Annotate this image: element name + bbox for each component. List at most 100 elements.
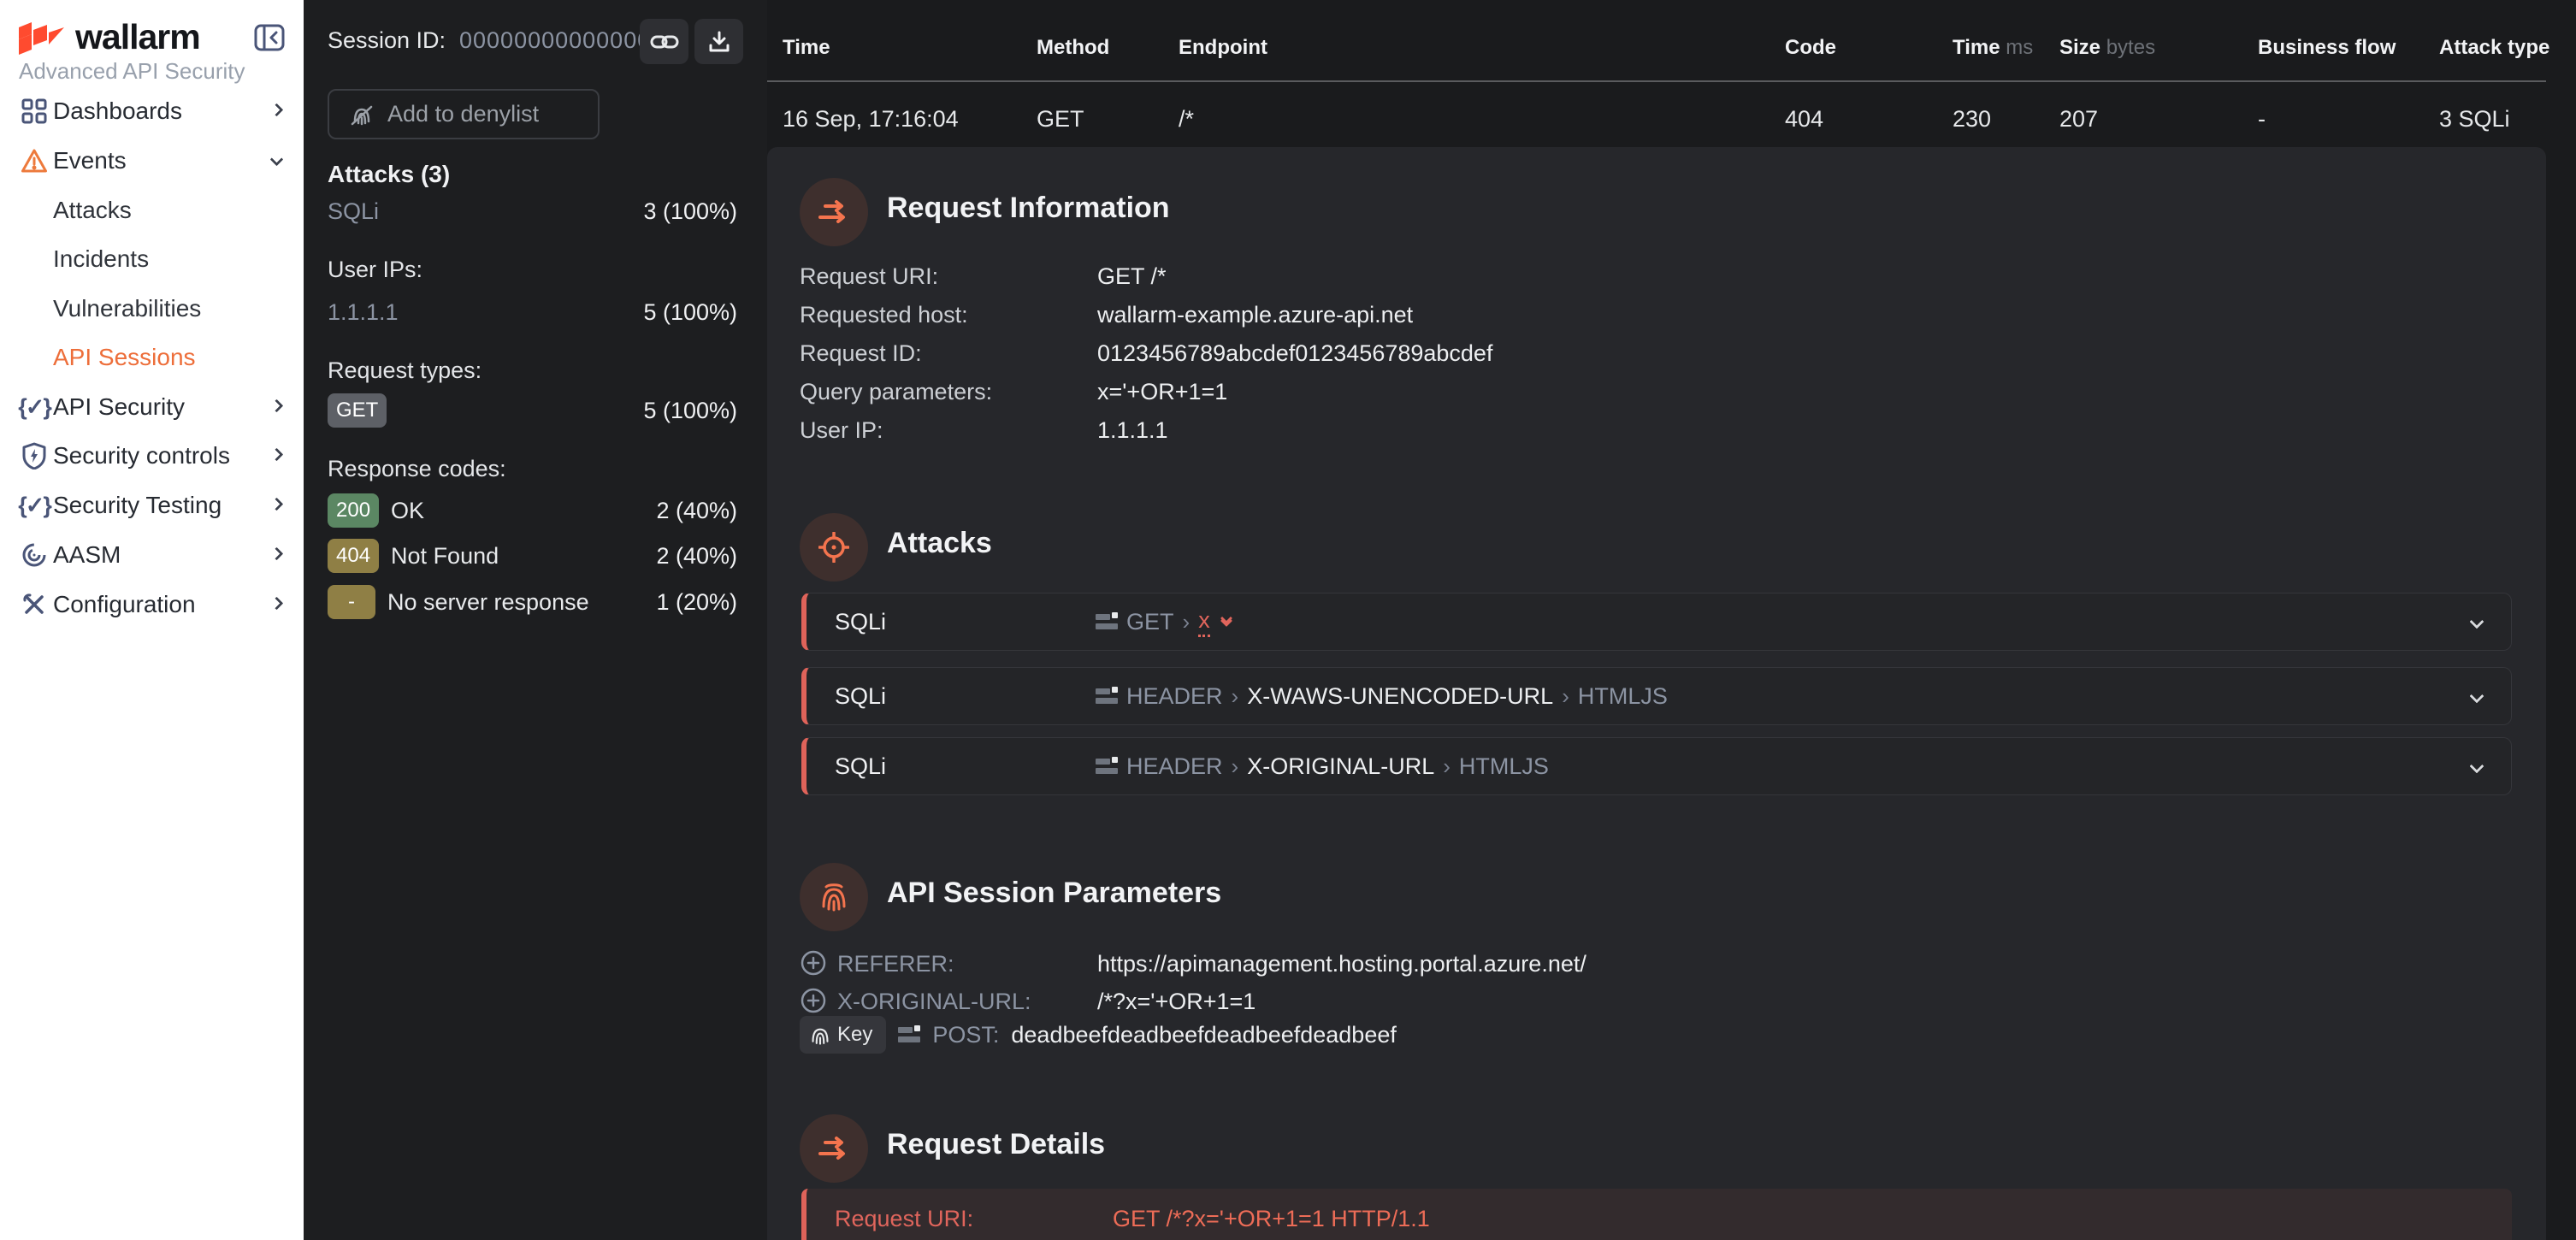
- sidebar-item-vulnerabilities[interactable]: Vulnerabilities: [0, 289, 304, 328]
- field-value: GET /*: [1097, 263, 1167, 290]
- sidebar-item-incidents[interactable]: Incidents: [0, 239, 304, 279]
- response-code-row: - No server response 1 (20%): [328, 585, 737, 619]
- attack-type-link[interactable]: SQLi: [328, 198, 379, 225]
- plus-circle-icon[interactable]: [800, 949, 827, 977]
- attack-param-malicious[interactable]: x: [1198, 607, 1210, 637]
- response-code-row: 200 OK 2 (40%): [328, 493, 737, 528]
- sidebar-item-label: Attacks: [53, 197, 132, 224]
- request-information-title: Request Information: [887, 192, 1170, 225]
- sidebar-item-dashboards[interactable]: Dashboards: [0, 92, 304, 131]
- attack-row-3[interactable]: SQLi HEADER › X-ORIGINAL-URL › HTMLJS: [801, 737, 2512, 795]
- user-ip-link[interactable]: 1.1.1.1: [328, 299, 399, 326]
- row-cell-size[interactable]: 207: [2059, 106, 2098, 133]
- field-value: x='+OR+1=1: [1097, 379, 1227, 405]
- field-label: Request ID:: [800, 340, 922, 367]
- chevron-right-icon: [272, 547, 281, 563]
- col-header-code[interactable]: Code: [1785, 36, 1836, 60]
- chevron-right-icon: [272, 448, 281, 464]
- attack-row-type: SQLi: [835, 753, 886, 780]
- request-info-icon-circle: [800, 178, 868, 246]
- post-label: POST:: [932, 1022, 999, 1048]
- status-count: 2 (40%): [656, 543, 737, 570]
- breadcrumb-separator: ›: [1183, 609, 1191, 635]
- col-header-method[interactable]: Method: [1037, 36, 1109, 60]
- row-cell-endpoint[interactable]: /*: [1179, 106, 1194, 133]
- param-location-icon: [898, 1025, 920, 1044]
- sidebar-collapse-icon[interactable]: [254, 24, 285, 51]
- chevron-right-icon: [272, 103, 281, 119]
- row-cell-method[interactable]: GET: [1037, 106, 1084, 133]
- attack-row-type: SQLi: [835, 609, 886, 635]
- sidebar-item-label: Vulnerabilities: [53, 295, 201, 322]
- add-to-denylist-button[interactable]: Add to denylist: [328, 89, 600, 139]
- expand-chevron-icon[interactable]: [2472, 616, 2482, 631]
- field-value: wallarm-example.azure-api.net: [1097, 302, 1413, 328]
- attack-source: HEADER: [1126, 753, 1223, 780]
- user-ip-count: 5 (100%): [643, 299, 737, 326]
- sidebar-item-events[interactable]: Events: [0, 141, 304, 180]
- sidebar-item-security-testing[interactable]: {✓} Security Testing: [0, 486, 304, 525]
- sidebar-item-label: Security Testing: [53, 492, 222, 519]
- attack-stat-row: SQLi 3 (100%): [328, 198, 737, 225]
- request-uri-label: Request URI:: [835, 1206, 973, 1232]
- download-button[interactable]: [694, 19, 743, 64]
- row-cell-attack-type[interactable]: 3 SQLi: [2439, 106, 2510, 133]
- double-arrow-icon: [818, 1136, 849, 1161]
- status-badge-none: -: [328, 585, 375, 619]
- col-header-attack-type[interactable]: Attack type: [2439, 36, 2549, 60]
- warning-triangle-icon: [19, 145, 50, 176]
- wallarm-logo-icon: [19, 22, 67, 55]
- col-header-size[interactable]: Size bytes: [2059, 36, 2155, 60]
- field-label: User IP:: [800, 417, 883, 444]
- referer-value: https://apimanagement.hosting.portal.azu…: [1097, 951, 1586, 977]
- sidebar-item-api-sessions[interactable]: API Sessions: [0, 338, 304, 377]
- sidebar-item-label: Configuration: [53, 591, 196, 618]
- request-uri-highlight-row[interactable]: Request URI: GET /*?x='+OR+1=1 HTTP/1.1: [801, 1189, 2512, 1240]
- key-badge-label: Key: [837, 1023, 872, 1047]
- sidebar-item-security-controls[interactable]: Security controls: [0, 436, 304, 475]
- row-cell-time-ms[interactable]: 230: [1953, 106, 1991, 133]
- expand-chevron-icon[interactable]: [2472, 760, 2482, 776]
- fingerprint-deny-icon: [348, 101, 375, 128]
- request-details-title: Request Details: [887, 1128, 1105, 1161]
- crosshair-icon: [818, 532, 849, 563]
- col-header-time-ms[interactable]: Time ms: [1953, 36, 2033, 60]
- request-types-label: Request types:: [328, 357, 482, 384]
- braces-check-icon: {✓}: [19, 392, 50, 422]
- sidebar-item-api-security[interactable]: {✓} API Security: [0, 387, 304, 427]
- field-label: Query parameters:: [800, 379, 992, 405]
- braces-check-icon: {✓}: [19, 490, 50, 521]
- request-details-icon-circle: [800, 1114, 868, 1183]
- expand-chevron-icon[interactable]: [2472, 690, 2482, 706]
- row-cell-code[interactable]: 404: [1785, 106, 1823, 133]
- plus-circle-icon[interactable]: [800, 987, 827, 1014]
- chevron-right-icon: [272, 399, 281, 415]
- sidebar-item-configuration[interactable]: Configuration: [0, 585, 304, 624]
- col-header-time[interactable]: Time: [783, 36, 830, 60]
- status-name: No server response: [387, 589, 589, 616]
- attack-row-2[interactable]: SQLi HEADER › X-WAWS-UNENCODED-URL › HTM…: [801, 667, 2512, 725]
- attacks-title: Attacks: [887, 527, 992, 560]
- attack-row-1[interactable]: SQLi GET › x: [801, 593, 2512, 651]
- param-location-icon: [1096, 687, 1118, 706]
- chevron-right-icon: [272, 597, 281, 612]
- sidebar-item-attacks[interactable]: Attacks: [0, 191, 304, 230]
- sidebar-item-label: API Security: [53, 393, 185, 421]
- param-location-icon: [1096, 612, 1118, 631]
- x-original-url-value: /*?x='+OR+1=1: [1097, 989, 1256, 1015]
- response-codes-heading-row: Response codes:: [328, 456, 737, 482]
- sidebar-item-aasm[interactable]: AASM: [0, 535, 304, 575]
- chevron-down-icon: [272, 153, 281, 168]
- x-original-url-label: X-ORIGINAL-URL:: [837, 989, 1031, 1015]
- field-label: Request URI:: [800, 263, 938, 290]
- status-count: 1 (20%): [656, 589, 737, 616]
- copy-link-button[interactable]: [640, 19, 688, 64]
- attack-param: X-WAWS-UNENCODED-URL: [1247, 683, 1553, 710]
- col-header-endpoint[interactable]: Endpoint: [1179, 36, 1267, 60]
- row-cell-business-flow[interactable]: -: [2258, 106, 2266, 133]
- double-chevron-down-icon[interactable]: [1222, 618, 1231, 625]
- user-ip-row: 1.1.1.1 5 (100%): [328, 299, 737, 326]
- col-header-business-flow[interactable]: Business flow: [2258, 36, 2396, 60]
- row-cell-time[interactable]: 16 Sep, 17:16:04: [783, 106, 959, 133]
- sidebar: wallarm Advanced API Security Dashboards: [0, 0, 304, 1240]
